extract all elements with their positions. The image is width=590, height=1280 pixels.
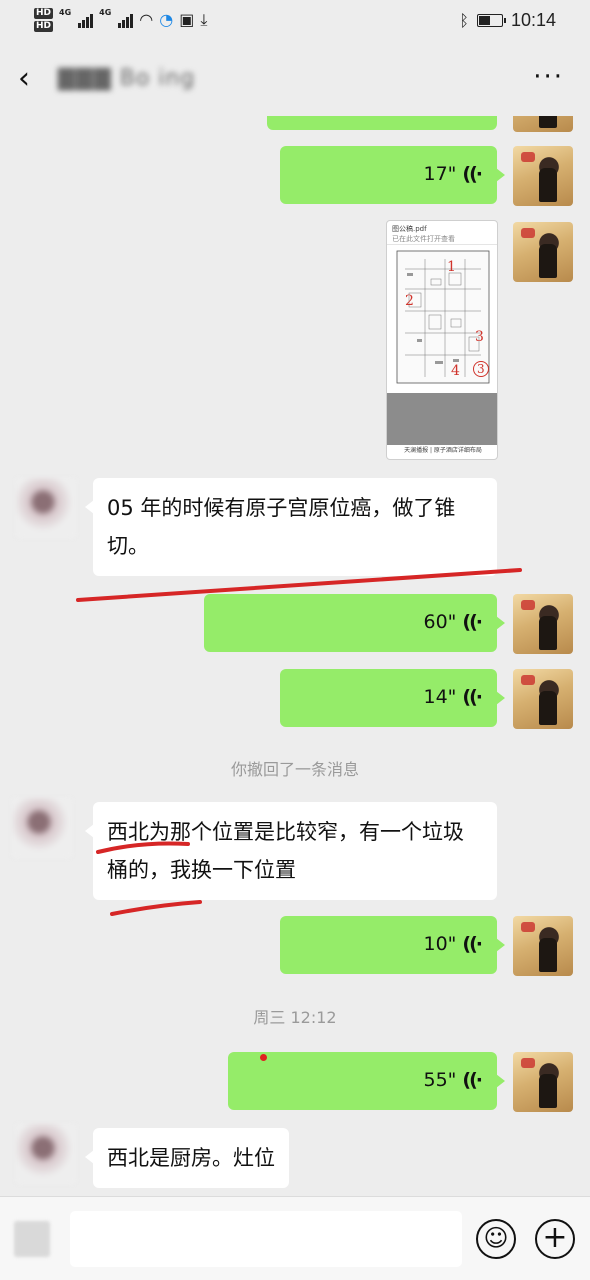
voice-duration: 14" [423, 686, 457, 708]
contact-avatar[interactable] [12, 798, 72, 858]
voice-wave-icon: ((· [462, 611, 483, 633]
annotation-number: 3 [475, 329, 484, 345]
hd-badge-1: HD [34, 8, 54, 19]
chevron-left-icon[interactable]: ‹ [18, 64, 46, 94]
voice-duration: 10" [423, 933, 457, 955]
download-icon: ⤓ [200, 10, 208, 29]
text-message[interactable]: 西北是厨房。灶位 [85, 1128, 289, 1188]
voice-message[interactable]: 60" ((· [204, 594, 505, 652]
battery-icon [476, 14, 506, 27]
voice-wave-icon: ((· [462, 163, 483, 185]
my-avatar[interactable] [513, 146, 573, 206]
network-type-2: 4G [99, 8, 112, 17]
voice-duration: 60" [423, 611, 457, 633]
annotation-number: 1 [447, 259, 456, 275]
voice-message[interactable]: 14" ((· [280, 669, 505, 727]
mail-icon: ▣ [179, 10, 195, 29]
voice-wave-icon: ((· [462, 933, 483, 955]
signal-icon-2 [118, 12, 134, 28]
status-bar: HD HD 4G 4G ◠ ◔ ▣ ⤓ ᛒ 10:14 [0, 0, 590, 44]
annotation-circled-number: 3 [473, 361, 489, 377]
my-avatar[interactable] [513, 1052, 573, 1112]
pdf-footer: 天澜播报 | 原子酒店详细布局 [404, 447, 482, 454]
input-bar: ☺ + [0, 1196, 590, 1280]
pdf-blank-area [387, 393, 497, 445]
recall-notice: 你撤回了一条消息 [230, 760, 359, 779]
signal-icon [78, 12, 94, 28]
app-notification-icon: ◔ [159, 10, 174, 29]
voice-wave-icon: ((· [462, 686, 483, 708]
hd-badge-2: HD [34, 21, 54, 32]
plus-icon[interactable]: + [535, 1219, 575, 1259]
my-avatar[interactable] [513, 669, 573, 729]
voice-message[interactable]: 10" ((· [280, 916, 505, 974]
chat-header: ‹ ▇▇▇ Bo ing ··· [0, 44, 590, 116]
annotation-number: 2 [405, 293, 414, 309]
image-message[interactable]: 图公稿.pdf 已在此文件打开查看 1 2 3 4 3 天澜播报 | 原子酒店详… [386, 220, 498, 460]
contact-name[interactable]: ▇▇▇ Bo ing [58, 66, 195, 91]
pdf-title: 图公稿.pdf [392, 225, 427, 233]
voice-message[interactable]: 55" ((· [228, 1052, 505, 1110]
text-message[interactable]: 05 年的时候有原子宫原位癌，做了锥切。 [85, 478, 497, 576]
my-avatar[interactable] [513, 916, 573, 976]
my-avatar[interactable] [513, 222, 573, 282]
text-message[interactable]: 西北为那个位置是比较窄，有一个垃圾桶的，我换一下位置 [85, 802, 497, 900]
bluetooth-icon: ᛒ [459, 10, 469, 30]
pdf-header: 图公稿.pdf 已在此文件打开查看 [387, 221, 497, 245]
annotation-number: 4 [451, 363, 460, 379]
message-timestamp: 周三 12:12 [253, 1008, 337, 1027]
wifi-icon: ◠ [139, 10, 154, 29]
message-input[interactable] [70, 1211, 462, 1267]
clock: 10:14 [510, 10, 556, 30]
unread-dot [260, 1054, 267, 1061]
contact-avatar[interactable] [16, 478, 76, 538]
emoji-icon[interactable]: ☺ [476, 1219, 516, 1259]
contact-avatar[interactable] [16, 1124, 76, 1184]
my-avatar[interactable] [513, 116, 573, 132]
voice-message[interactable]: 17" ((· [280, 146, 505, 204]
more-dots-icon[interactable]: ··· [533, 62, 564, 92]
voice-mode-icon[interactable] [14, 1221, 50, 1257]
my-avatar[interactable] [513, 594, 573, 654]
voice-duration: 17" [423, 163, 457, 185]
network-type-1: 4G [59, 8, 72, 17]
partial-voice-message[interactable] [267, 116, 497, 130]
voice-wave-icon: ((· [462, 1069, 483, 1091]
pdf-subtitle: 已在此文件打开查看 [392, 235, 455, 243]
message-list[interactable]: 17" ((· 图公稿.pdf 已在此文件打开查看 1 2 3 4 3 天澜播报… [0, 116, 590, 1196]
voice-duration: 55" [423, 1069, 457, 1091]
